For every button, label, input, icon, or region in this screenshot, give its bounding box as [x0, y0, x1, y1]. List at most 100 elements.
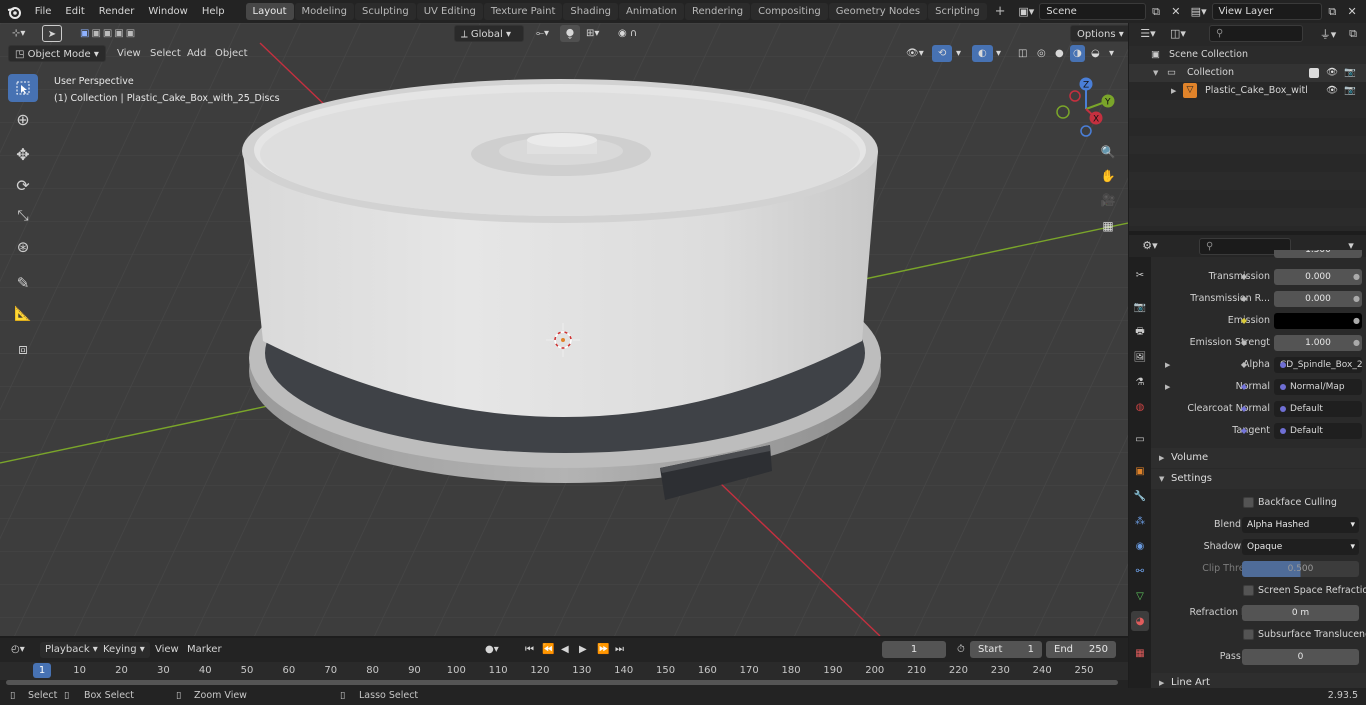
- world-tab-icon[interactable]: ◍: [1131, 397, 1149, 417]
- texture-tab-icon[interactable]: ▦: [1131, 643, 1149, 663]
- cut-value[interactable]: 1.500: [1274, 250, 1362, 258]
- screen-space-refraction-checkbox[interactable]: [1243, 585, 1254, 596]
- collection-eye-icon[interactable]: 👁: [1326, 64, 1338, 82]
- tool-add-cube[interactable]: ⧈: [8, 335, 38, 363]
- tool-tab-icon[interactable]: ✂: [1131, 265, 1149, 285]
- keyframe-icon[interactable]: ●: [1353, 310, 1360, 332]
- clearcoat-normal-field[interactable]: Default: [1274, 401, 1362, 417]
- editor-type-icon[interactable]: ⊹▾: [6, 25, 31, 42]
- scene-tab-icon[interactable]: ⚗: [1131, 372, 1149, 392]
- 3d-viewport[interactable]: ⊹▾ ➤ ▣▣▣▣▣ ⟂ Global ▾ ⟜▾ ⧭ ⊞▾ ◉ ∩ Option…: [0, 23, 1128, 636]
- menu-render[interactable]: Render: [92, 0, 142, 23]
- select-tool-icon[interactable]: ➤: [42, 25, 62, 42]
- tab-rendering[interactable]: Rendering: [685, 3, 751, 20]
- selection-mode-icons[interactable]: ▣▣▣▣▣: [74, 25, 143, 42]
- physics-tab-icon[interactable]: ◉: [1131, 536, 1149, 556]
- clip-threshold-slider[interactable]: 0.500: [1242, 561, 1359, 577]
- socket-icon[interactable]: ◆: [1239, 360, 1249, 370]
- timeline-scrollbar[interactable]: [6, 680, 1118, 685]
- collection-camera-icon[interactable]: 📷: [1344, 64, 1356, 82]
- menu-window[interactable]: Window: [141, 0, 194, 23]
- pivot-icon[interactable]: ⟜▾: [530, 25, 555, 42]
- tool-annotate[interactable]: ✎: [8, 269, 38, 297]
- shading-solid-icon[interactable]: ●: [1052, 45, 1067, 62]
- expand-icon[interactable]: ▶: [1165, 376, 1170, 398]
- timeline-editor-icon[interactable]: ◴▾: [6, 642, 30, 658]
- expand-icon[interactable]: ▼: [1153, 64, 1158, 82]
- play-icon[interactable]: ▶: [574, 642, 592, 658]
- outliner-row-object[interactable]: ▶ ▽ Plastic_Cake_Box_with_2 👁 📷: [1129, 82, 1366, 100]
- blend-mode-dropdown[interactable]: Alpha Hashed ▾: [1242, 517, 1359, 533]
- tab-layout[interactable]: Layout: [245, 3, 294, 20]
- outliner-display-mode-icon[interactable]: ◫▾: [1165, 25, 1191, 42]
- scene-field[interactable]: Scene: [1039, 3, 1147, 20]
- section-volume[interactable]: ▶ Volume: [1151, 448, 1366, 468]
- close-scene-icon[interactable]: ✕: [1166, 3, 1186, 20]
- tab-texture-paint[interactable]: Texture Paint: [483, 3, 563, 20]
- shading-material-icon[interactable]: ◑: [1070, 45, 1085, 62]
- snap-icon[interactable]: ⧭: [560, 25, 580, 42]
- subsurface-translucency-checkbox[interactable]: [1243, 629, 1254, 640]
- proportional-edit-icon[interactable]: ◉ ∩: [612, 25, 643, 42]
- snap-target-icon[interactable]: ⊞▾: [580, 25, 605, 42]
- tab-sculpting[interactable]: Sculpting: [355, 3, 416, 20]
- socket-icon[interactable]: ◆: [1239, 316, 1249, 326]
- menu-timeline-view[interactable]: View: [150, 642, 184, 658]
- shading-dropdown-icon[interactable]: ▾: [1106, 45, 1117, 62]
- xray-icon[interactable]: ◫: [1012, 45, 1033, 62]
- menu-add[interactable]: Add: [181, 45, 212, 62]
- tool-transform[interactable]: ⊛: [8, 233, 38, 261]
- alpha-link-field[interactable]: CD_Spindle_Box_25...: [1274, 357, 1362, 373]
- socket-icon[interactable]: ◆: [1239, 294, 1249, 304]
- modifier-tab-icon[interactable]: 🔧: [1131, 486, 1149, 506]
- normal-link-field[interactable]: Normal/Map: [1274, 379, 1362, 395]
- socket-icon[interactable]: ◆: [1239, 426, 1249, 436]
- refraction-depth-field[interactable]: 0 m: [1242, 605, 1359, 621]
- emission-strength-field[interactable]: 1.000: [1274, 335, 1362, 351]
- emission-color-swatch[interactable]: [1274, 313, 1362, 329]
- menu-marker[interactable]: Marker: [182, 642, 227, 658]
- constraints-tab-icon[interactable]: ⚯: [1131, 561, 1149, 581]
- backface-culling-checkbox[interactable]: [1243, 497, 1254, 508]
- output-tab-icon[interactable]: 🖶: [1131, 322, 1149, 342]
- outliner-editor-icon[interactable]: ☰▾: [1135, 25, 1161, 42]
- socket-icon[interactable]: ◆: [1239, 382, 1249, 392]
- menu-edit[interactable]: Edit: [58, 0, 91, 23]
- end-frame-field[interactable]: End 250: [1046, 641, 1116, 658]
- tab-modeling[interactable]: Modeling: [294, 3, 354, 20]
- record-icon[interactable]: ●▾: [480, 642, 504, 658]
- material-tab-icon[interactable]: ◕: [1131, 611, 1149, 631]
- keyframe-icon[interactable]: ●: [1353, 288, 1360, 310]
- tab-shading[interactable]: Shading: [563, 3, 619, 20]
- shading-wireframe-icon[interactable]: ◎: [1034, 45, 1049, 62]
- expand-icon[interactable]: ▶: [1171, 82, 1176, 100]
- section-line-art[interactable]: ▶ Line Art: [1151, 673, 1366, 688]
- shading-rendered-icon[interactable]: ◒: [1088, 45, 1103, 62]
- perspective-toggle-icon[interactable]: ▦: [1097, 215, 1119, 237]
- blender-logo-icon[interactable]: [0, 5, 28, 19]
- object-mode-dropdown[interactable]: ◳ Object Mode ▾: [8, 45, 106, 62]
- tab-uv-editing[interactable]: UV Editing: [416, 3, 483, 20]
- menu-object[interactable]: Object: [209, 45, 254, 62]
- transform-orientation-dropdown[interactable]: ⟂ Global ▾: [454, 25, 524, 42]
- transmission-roughness-field[interactable]: 0.000: [1274, 291, 1362, 307]
- keyframe-icon[interactable]: ●: [1353, 266, 1360, 288]
- add-workspace-button[interactable]: +: [988, 3, 1013, 20]
- scene-icon[interactable]: ▣▾: [1014, 3, 1040, 20]
- view-layer-icon[interactable]: ▤▾: [1186, 3, 1212, 20]
- menu-file[interactable]: File: [28, 0, 59, 23]
- start-frame-field[interactable]: Start 1: [970, 641, 1042, 658]
- new-collection-icon[interactable]: ⧉: [1343, 25, 1363, 42]
- camera-view-icon[interactable]: 🎥: [1097, 189, 1119, 211]
- shadow-mode-dropdown[interactable]: Opaque ▾: [1242, 539, 1359, 555]
- jump-end-icon[interactable]: ⏭: [610, 642, 629, 658]
- visibility-icon[interactable]: 👁▾: [900, 45, 930, 62]
- object-eye-icon[interactable]: 👁: [1326, 82, 1338, 100]
- navigation-gizmo[interactable]: Z Y X: [1050, 73, 1122, 143]
- pass-index-field[interactable]: 0: [1242, 649, 1359, 665]
- zoom-icon[interactable]: 🔍: [1097, 141, 1119, 163]
- outliner-row-scene-collection[interactable]: ▣ Scene Collection: [1129, 46, 1366, 64]
- tool-scale[interactable]: ⤡: [8, 202, 38, 230]
- tab-compositing[interactable]: Compositing: [751, 3, 828, 20]
- gizmo-dropdown-icon[interactable]: ▾: [950, 45, 967, 62]
